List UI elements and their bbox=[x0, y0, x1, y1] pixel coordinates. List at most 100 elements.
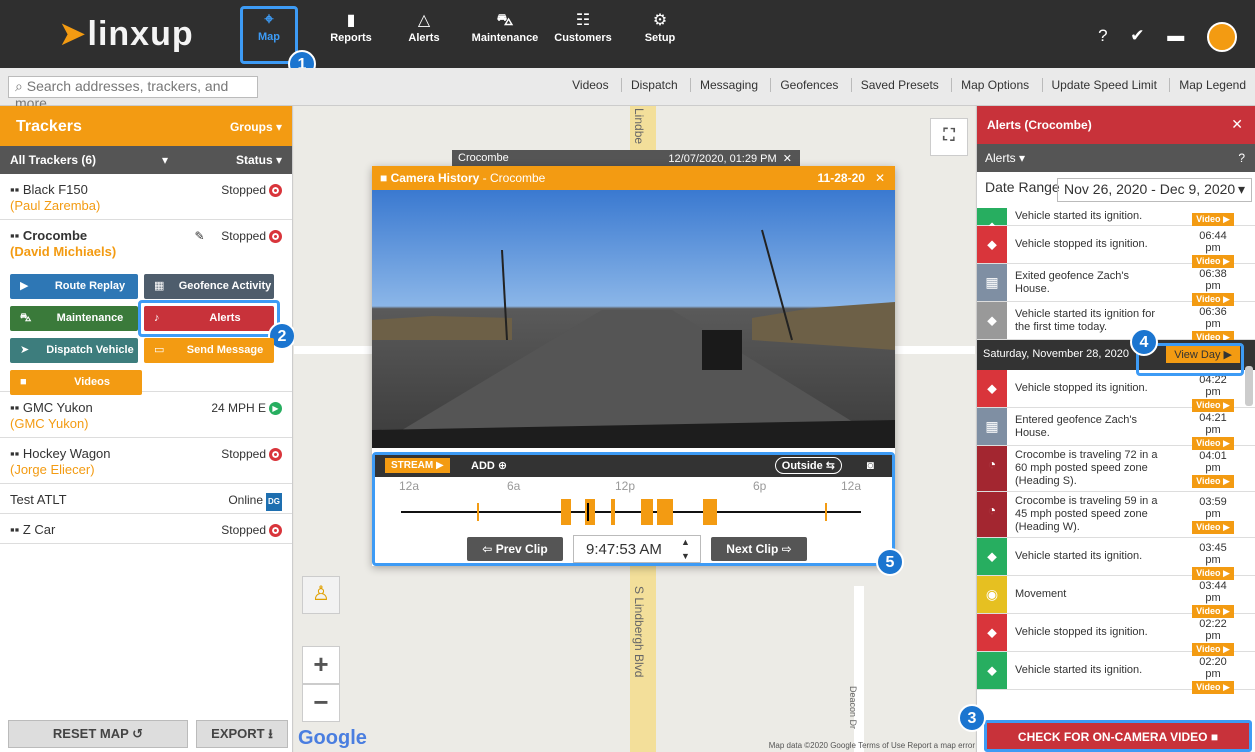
alert-row[interactable]: ▦ Exited geofence Zach's House. 06:38 pm Vi… bbox=[977, 264, 1255, 306]
nav-reports[interactable]: ▮ Reports bbox=[328, 10, 374, 60]
alert-text: Entered geofence Zach's House. bbox=[1015, 413, 1137, 439]
toolbar-map-legend[interactable]: Map Legend bbox=[1169, 78, 1255, 92]
video-button[interactable]: Video ▶ bbox=[1192, 475, 1234, 488]
date-range-select[interactable]: Nov 26, 2020 - Dec 9, 2020 ▾ bbox=[1057, 178, 1252, 202]
alert-type-icon: ⬥ bbox=[977, 370, 1007, 407]
fullscreen-icon[interactable]: ⛶ bbox=[930, 118, 968, 156]
tracker-filter[interactable]: All Trackers (6) bbox=[10, 153, 96, 167]
help-icon[interactable]: ? bbox=[1238, 151, 1245, 165]
alert-row[interactable]: ⬥ Vehicle started its ignition for the fi… bbox=[977, 302, 1255, 344]
toolbar-dispatch[interactable]: Dispatch bbox=[620, 78, 687, 92]
zoom-out-button[interactable]: − bbox=[302, 684, 340, 722]
alert-row[interactable]: ⬥ Vehicle stopped its ignition. 02:22 pm Vi… bbox=[977, 614, 1255, 656]
check-icon[interactable]: ✔ bbox=[1130, 26, 1144, 46]
alert-time: 02:20 pm Video ▶ bbox=[1192, 656, 1234, 694]
time-stepper[interactable]: ▲ ▼ bbox=[681, 535, 690, 563]
add-button[interactable]: ADD ⊕ bbox=[471, 459, 507, 472]
dashcam-video[interactable] bbox=[372, 190, 895, 448]
play-icon: ▶ bbox=[20, 280, 29, 292]
close-icon[interactable]: ✕ bbox=[875, 171, 885, 185]
stopped-icon bbox=[269, 524, 282, 538]
alerts-filter[interactable]: Alerts ▾? bbox=[977, 144, 1255, 172]
alert-text: Exited geofence Zach's House. bbox=[1015, 269, 1130, 295]
clip-marker[interactable] bbox=[561, 499, 571, 525]
toolbar-messaging[interactable]: Messaging bbox=[689, 78, 767, 92]
toolbar-update-speed-limit[interactable]: Update Speed Limit bbox=[1041, 78, 1166, 92]
alert-type-icon: ⬥ bbox=[977, 614, 1007, 651]
alert-row[interactable]: ▦ Entered geofence Zach's House. 04:21 pm V… bbox=[977, 408, 1255, 450]
export-button[interactable]: EXPORT ⭳ bbox=[196, 720, 288, 748]
send-message-button[interactable]: ▭ Send Message bbox=[144, 338, 274, 363]
maintenance-button[interactable]: ⛍ Maintenance bbox=[10, 306, 138, 331]
street-view-pegman-icon[interactable]: ♙ bbox=[302, 576, 340, 614]
alert-time: 03:44 pm Video ▶ bbox=[1192, 580, 1234, 618]
route-replay-button[interactable]: ▶ Route Replay bbox=[10, 274, 138, 299]
outside-camera-toggle[interactable]: Outside ⇆ bbox=[774, 457, 842, 474]
nav-maintenance[interactable]: ⛍ Maintenance bbox=[470, 10, 540, 60]
alert-row[interactable]: ⬥ Vehicle started its ignition. Video ▶ bbox=[977, 208, 1255, 234]
chat-icon[interactable]: ▬ bbox=[1167, 26, 1184, 46]
clip-marker[interactable] bbox=[657, 499, 673, 525]
arrow-right-icon: ⇨ bbox=[781, 542, 792, 556]
check-on-camera-video-button[interactable]: CHECK FOR ON-CAMERA VIDEO ■ bbox=[984, 720, 1252, 752]
videos-button[interactable]: ■ Videos bbox=[10, 370, 142, 395]
video-button[interactable]: Video ▶ bbox=[1192, 521, 1234, 534]
scrollbar[interactable] bbox=[1245, 366, 1253, 406]
reset-map-button[interactable]: RESET MAP ↺ bbox=[8, 720, 188, 748]
clip-marker[interactable] bbox=[825, 503, 827, 521]
tracker-row[interactable]: Test ATLT Online DG bbox=[0, 484, 292, 514]
playhead[interactable] bbox=[587, 503, 589, 521]
prev-clip-button[interactable]: ⇦ Prev Clip bbox=[467, 537, 563, 561]
nav-setup[interactable]: ⚙ Setup bbox=[642, 10, 678, 60]
send-icon: ➤ bbox=[20, 344, 30, 356]
toolbar-map-options[interactable]: Map Options bbox=[951, 78, 1038, 92]
toolbar-videos[interactable]: Videos bbox=[563, 78, 617, 92]
alert-time: 02:22 pm Video ▶ bbox=[1192, 618, 1234, 656]
alert-row[interactable]: ◔ Crocombe is traveling 59 in a 45 mph po… bbox=[977, 492, 1255, 538]
map-attribution[interactable]: Map data ©2020 Google Terms of Use Repor… bbox=[769, 741, 975, 750]
stream-button[interactable]: STREAM ▶ bbox=[385, 458, 450, 473]
clip-marker[interactable] bbox=[641, 499, 653, 525]
next-clip-button[interactable]: Next Clip ⇨ bbox=[711, 537, 807, 561]
search-input[interactable]: ⌕ Search addresses, trackers, and more bbox=[8, 76, 258, 111]
camera-snapshot-icon[interactable]: ◙ bbox=[867, 458, 874, 472]
alert-row[interactable]: ⬥ Vehicle started its ignition. 03:45 pm Vi… bbox=[977, 538, 1255, 580]
step-badge-3: 3 bbox=[958, 704, 986, 732]
zoom-in-button[interactable]: + bbox=[302, 646, 340, 684]
clip-marker[interactable] bbox=[477, 503, 479, 521]
tracker-row[interactable]: ▪▪ Z Car Stopped bbox=[0, 514, 292, 544]
chevron-down-icon[interactable]: ▾ bbox=[162, 153, 168, 167]
alert-row[interactable]: ◔ Crocombe is traveling 72 in a 60 mph po… bbox=[977, 446, 1255, 492]
street-label: Deacon Dr bbox=[848, 686, 858, 730]
alert-row[interactable]: ⬥ Vehicle started its ignition. 02:20 pm Vi… bbox=[977, 652, 1255, 694]
tracker-row[interactable]: ▪▪ Black F150 (Paul Zaremba) Stopped bbox=[0, 174, 292, 220]
help-icon[interactable]: ? bbox=[1098, 26, 1107, 46]
timeline-track[interactable] bbox=[401, 511, 861, 513]
nav-customers[interactable]: ☷ Customers bbox=[552, 10, 614, 60]
geofence-activity-button[interactable]: ▦ Geofence Activity bbox=[144, 274, 274, 299]
edit-icon[interactable]: ✎ bbox=[195, 229, 205, 243]
alert-type-icon: ◔ bbox=[977, 446, 1007, 491]
linxup-logo[interactable]: ➤linxup bbox=[58, 14, 194, 54]
tracker-row[interactable]: ▪▪ Hockey Wagon (Jorge Eliecer) Stopped bbox=[0, 438, 292, 484]
groups-dropdown[interactable]: Groups ▾ bbox=[230, 120, 282, 134]
alert-row[interactable]: ◉ Movement 03:44 pm Video ▶ bbox=[977, 576, 1255, 618]
dispatch-vehicle-button[interactable]: ➤ Dispatch Vehicle bbox=[10, 338, 138, 363]
avatar[interactable] bbox=[1207, 22, 1237, 52]
alert-row[interactable]: ⬥ Vehicle stopped its ignition. 06:44 pm Vi… bbox=[977, 226, 1255, 268]
close-icon[interactable]: ✕ bbox=[1231, 116, 1243, 133]
toolbar-saved-presets[interactable]: Saved Presets bbox=[850, 78, 948, 92]
nav-map[interactable]: ⌖ Map bbox=[240, 6, 298, 64]
video-button[interactable]: Video ▶ bbox=[1192, 681, 1234, 694]
toolbar-geofences[interactable]: Geofences bbox=[770, 78, 847, 92]
clip-marker[interactable] bbox=[703, 499, 717, 525]
status-sort[interactable]: Status ▾ bbox=[236, 153, 282, 167]
close-icon[interactable]: ✕ bbox=[783, 153, 792, 165]
alert-type-icon: ⬥ bbox=[977, 538, 1007, 575]
tracker-row[interactable]: ▪▪ GMC Yukon (GMC Yukon) 24 MPH E ▶ bbox=[0, 392, 292, 438]
alert-time: Video ▶ bbox=[1192, 212, 1234, 226]
clip-marker[interactable] bbox=[611, 499, 615, 525]
video-button[interactable]: Video ▶ bbox=[1192, 213, 1234, 226]
nav-alerts[interactable]: △ Alerts bbox=[404, 10, 444, 60]
stopped-icon bbox=[269, 230, 282, 244]
